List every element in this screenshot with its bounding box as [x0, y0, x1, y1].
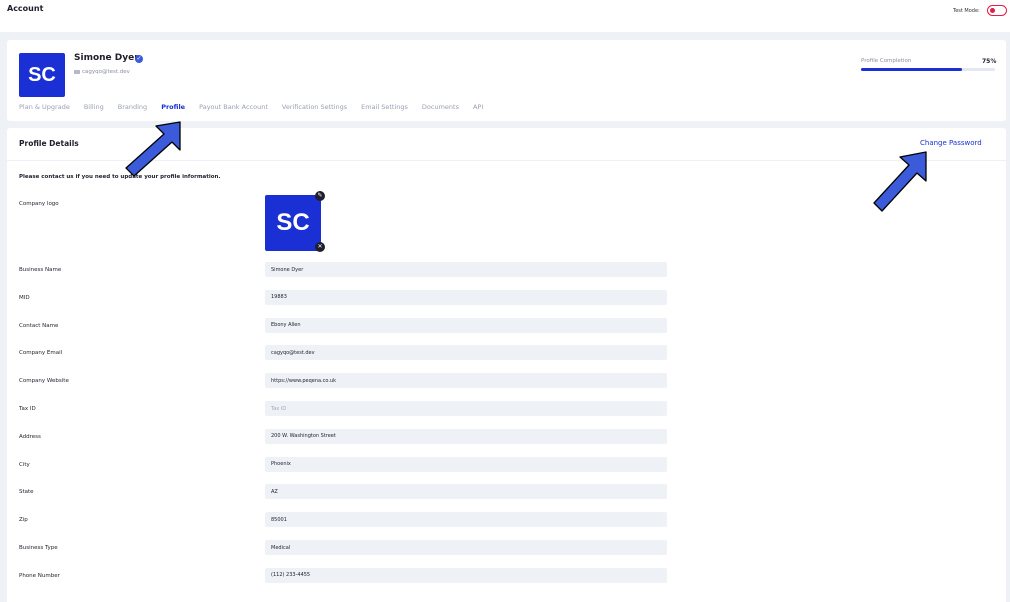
- field-row-business-name: Business Name: [7, 262, 1006, 278]
- verified-icon: ✓: [135, 55, 143, 63]
- field-row-city: City: [7, 456, 1006, 473]
- tab-profile[interactable]: Profile: [161, 103, 185, 117]
- city-input[interactable]: [265, 456, 667, 472]
- business-type-input[interactable]: [265, 540, 667, 555]
- mid-label: MID: [19, 294, 30, 301]
- state-input[interactable]: [265, 484, 667, 500]
- profile-details-card: Profile Details Change Password Please c…: [7, 128, 1006, 602]
- mid-input[interactable]: [265, 289, 667, 305]
- field-row-tax-id: Tax ID: [7, 401, 1006, 417]
- field-row-phone-number: Phone Number: [7, 567, 1006, 584]
- user-email: cagyqo@test.dev: [82, 69, 130, 75]
- tab-branding[interactable]: Branding: [118, 103, 147, 117]
- profile-completion-value: 75%: [982, 58, 997, 65]
- contact-name-input[interactable]: [265, 317, 667, 333]
- test-mode-label: Test Mode:: [953, 8, 980, 14]
- profile-header-card: SC Simone Dyer ✓ cagyqo@test.dev Profile…: [7, 40, 1006, 121]
- contact-name-label: Contact Name: [19, 322, 59, 329]
- field-row-company-website: Company Website: [7, 373, 1006, 389]
- tab-email-settings[interactable]: Email Settings: [361, 103, 408, 117]
- zip-input[interactable]: [265, 512, 667, 528]
- tab-plan-upgrade[interactable]: Plan & Upgrade: [19, 103, 70, 117]
- envelope-icon: [74, 69, 80, 74]
- phone-number-label: Phone Number: [19, 572, 60, 579]
- business-name-input[interactable]: [265, 262, 667, 277]
- tab-bar: Plan & Upgrade Billing Branding Profile Payo…: [19, 103, 497, 117]
- zip-label: Zip: [19, 517, 28, 524]
- field-row-state: State: [7, 484, 1006, 500]
- toggle-knob: [989, 7, 995, 13]
- annotation-arrow-profile-icon: [125, 121, 181, 177]
- state-label: State: [19, 489, 34, 496]
- annotation-arrow-password-icon: [873, 151, 927, 212]
- page-title: Account: [7, 4, 44, 13]
- business-name-label: Business Name: [19, 267, 62, 273]
- edit-icon[interactable]: ✎: [315, 191, 325, 201]
- company-website-label: Company Website: [19, 378, 69, 385]
- user-name: Simone Dyer: [74, 53, 139, 63]
- tab-payout-bank-account[interactable]: Payout Bank Account: [199, 103, 268, 117]
- profile-completion-fill: [861, 68, 962, 71]
- field-row-company-email: Company Email: [7, 345, 1006, 361]
- tab-api[interactable]: API: [473, 103, 483, 117]
- address-input[interactable]: [265, 428, 667, 444]
- company-email-label: Company Email: [19, 350, 63, 357]
- test-mode-toggle[interactable]: [987, 5, 1007, 16]
- company-website-input[interactable]: [265, 373, 667, 389]
- field-row-mid: MID: [7, 289, 1006, 306]
- profile-completion-label: Profile Completion: [861, 58, 912, 64]
- user-email-line: cagyqo@test.dev: [74, 69, 130, 75]
- field-row-business-type: Business Type: [7, 540, 1006, 556]
- section-title: Profile Details: [19, 139, 79, 148]
- avatar: SC: [19, 53, 65, 97]
- address-label: Address: [19, 433, 41, 440]
- tab-billing[interactable]: Billing: [84, 103, 104, 117]
- company-logo: SC: [265, 195, 321, 251]
- field-row-zip: Zip: [7, 512, 1006, 528]
- field-row-address: Address: [7, 428, 1006, 445]
- remove-icon[interactable]: ✕: [315, 242, 325, 252]
- city-label: City: [19, 461, 30, 468]
- tab-documents[interactable]: Documents: [422, 103, 459, 117]
- company-email-input[interactable]: [265, 345, 667, 361]
- phone-number-input[interactable]: [265, 567, 667, 583]
- tab-verification-settings[interactable]: Verification Settings: [282, 103, 347, 117]
- tax-id-label: Tax ID: [19, 406, 36, 412]
- top-bar: Account Test Mode:: [0, 0, 1010, 32]
- profile-completion-bar: [861, 68, 995, 71]
- company-logo-label: Company logo: [19, 201, 59, 207]
- tax-id-input[interactable]: [265, 401, 667, 416]
- field-row-contact-name: Contact Name: [7, 317, 1006, 334]
- change-password-link[interactable]: Change Password: [920, 139, 982, 147]
- business-type-label: Business Type: [19, 545, 58, 551]
